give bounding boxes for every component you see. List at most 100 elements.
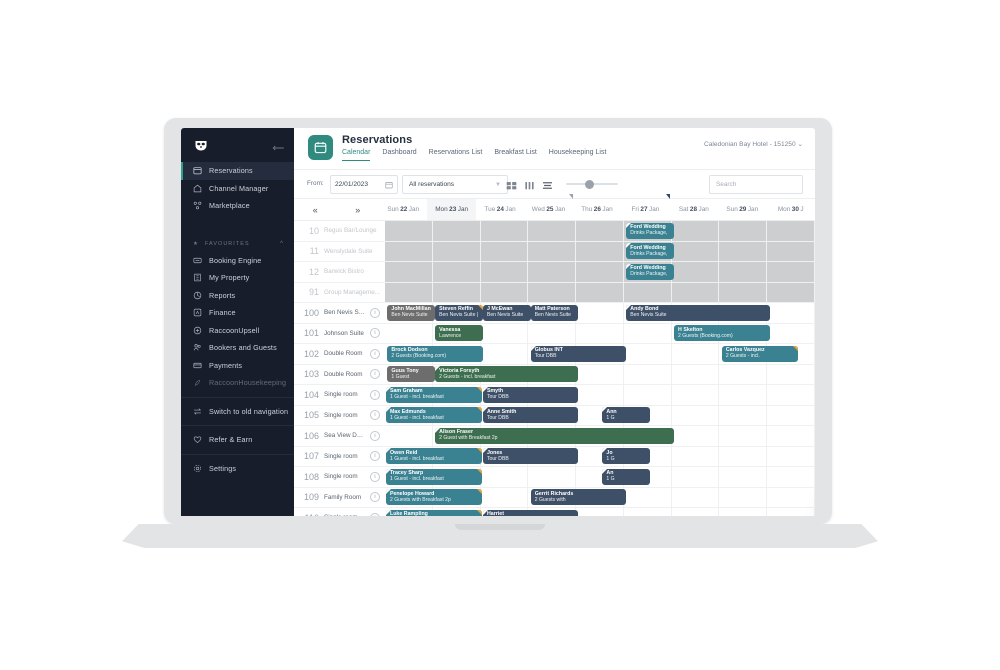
- calendar-cell[interactable]: [385, 323, 433, 343]
- room-label[interactable]: 100 Ben Nevis Suite i: [294, 303, 385, 323]
- date-input[interactable]: 22/01/2023: [330, 175, 398, 194]
- info-icon[interactable]: i: [370, 430, 380, 441]
- calendar-cell[interactable]: [624, 385, 672, 405]
- reservation-bar[interactable]: Alison Fraser 2 Guest with Breakfast 2p: [435, 427, 675, 444]
- calendar-cell[interactable]: [576, 364, 624, 384]
- tab-dashboard[interactable]: Dashboard: [382, 149, 416, 161]
- calendar-picker-icon[interactable]: [385, 176, 393, 194]
- calendar-cell[interactable]: [624, 508, 672, 516]
- room-label[interactable]: 107 Single room i: [294, 447, 385, 467]
- calendar-cell[interactable]: [672, 487, 720, 507]
- calendar-cell[interactable]: [433, 282, 481, 302]
- room-label[interactable]: 102 Double Room i: [294, 344, 385, 364]
- reservation-bar[interactable]: J McEwan Ben Nevis Suite: [482, 304, 531, 321]
- hotel-selector[interactable]: Caledonian Bay Hotel - 151250 ⌄: [704, 140, 803, 148]
- reservation-bar[interactable]: Carlos Vazquez 2 Guests - incl.: [721, 345, 799, 362]
- calendar-cell[interactable]: [719, 364, 768, 384]
- calendar-cell[interactable]: [481, 282, 529, 302]
- info-icon[interactable]: i: [370, 348, 380, 359]
- day-column-28[interactable]: Sat 28 Jan: [670, 199, 718, 220]
- calendar-cell[interactable]: [624, 344, 672, 364]
- sidebar-item-channel-manager[interactable]: Channel Manager: [181, 180, 294, 198]
- calendar-cell[interactable]: [767, 262, 815, 282]
- calendar-cell[interactable]: [672, 344, 720, 364]
- calendar-cell[interactable]: [385, 282, 433, 302]
- reservation-bar[interactable]: Steven Reffin Ben Nevis Suite |: [435, 304, 483, 321]
- calendar-cell[interactable]: [576, 323, 624, 343]
- list-view-icon[interactable]: [542, 178, 553, 189]
- calendar-cell[interactable]: [767, 282, 815, 302]
- reservation-bar[interactable]: H Skelton 2 Guests (Booking.com): [674, 325, 770, 341]
- calendar-cell[interactable]: [481, 221, 529, 241]
- calendar-cell[interactable]: [433, 241, 481, 261]
- tab-calendar[interactable]: Calendar: [342, 149, 371, 161]
- sidebar-item-reports[interactable]: Reports: [181, 287, 294, 305]
- info-icon[interactable]: i: [370, 492, 380, 503]
- calendar-cell[interactable]: [528, 262, 577, 282]
- calendar-cell[interactable]: [719, 282, 768, 302]
- reservation-bar[interactable]: Globus INT Tour DBB: [530, 345, 627, 362]
- calendar-cell[interactable]: [767, 508, 815, 516]
- calendar-cell[interactable]: [481, 262, 529, 282]
- grid-view-icon[interactable]: [506, 178, 517, 190]
- sidebar-item-raccoon-upsell[interactable]: RaccoonUpsell: [181, 322, 294, 340]
- day-column-27[interactable]: Fri 27 Jan: [621, 194, 670, 220]
- reservation-bar[interactable]: Guus Tony 1 Guest: [387, 366, 436, 382]
- calendar-cell[interactable]: [767, 303, 815, 323]
- reservation-bar[interactable]: Ford Wedding Drinks Package,: [626, 222, 675, 239]
- room-label[interactable]: 103 Double Room i: [294, 365, 385, 385]
- calendar-cell[interactable]: [385, 241, 433, 261]
- calendar-cell[interactable]: [719, 508, 768, 516]
- calendar-cell[interactable]: [719, 487, 768, 507]
- calendar-cell[interactable]: [576, 303, 624, 323]
- sidebar-item-finance[interactable]: Finance: [181, 304, 294, 322]
- reservation-bar[interactable]: Ford Wedding Drinks Package,: [626, 263, 675, 280]
- calendar-cell[interactable]: [624, 282, 672, 302]
- day-column-23[interactable]: Mon 23 Jan: [427, 199, 476, 220]
- calendar-cell[interactable]: [719, 262, 768, 282]
- calendar-cell[interactable]: [719, 426, 768, 446]
- reservation-bar[interactable]: Ford Wedding Drinks Package,: [626, 243, 675, 259]
- calendar-cell[interactable]: [433, 262, 481, 282]
- calendar-cell[interactable]: [672, 241, 720, 261]
- day-column-25[interactable]: Wed 25 Jan: [524, 194, 573, 220]
- calendar-cell[interactable]: [385, 426, 433, 446]
- chevron-up-icon[interactable]: ^: [280, 241, 284, 247]
- calendar-cell[interactable]: [481, 487, 529, 507]
- reservation-bar[interactable]: HarrietTour DBB: [482, 509, 579, 516]
- reservation-bar[interactable]: Anne Smith Tour DBB: [482, 407, 579, 423]
- info-icon[interactable]: i: [370, 410, 380, 421]
- calendar-cell[interactable]: [576, 385, 624, 405]
- collapse-icon[interactable]: [272, 145, 285, 151]
- sidebar-item-my-property[interactable]: My Property: [181, 269, 294, 287]
- calendar-cell[interactable]: [767, 405, 815, 425]
- calendar-cell[interactable]: [767, 467, 815, 487]
- calendar-cell[interactable]: [481, 323, 529, 343]
- calendar-cell[interactable]: [481, 241, 529, 261]
- calendar-cell[interactable]: [576, 508, 624, 516]
- room-label[interactable]: 110 Single room i: [294, 508, 385, 516]
- calendar-cell[interactable]: [672, 262, 720, 282]
- sidebar-section-favourites[interactable]: ★ FAVOURITES ^: [181, 237, 294, 252]
- sidebar-item-booking-engine[interactable]: Booking Engine: [181, 252, 294, 270]
- sidebar-item-payments[interactable]: Payments: [181, 357, 294, 375]
- search-input[interactable]: Search: [709, 175, 803, 194]
- day-column-29[interactable]: Sun 29 Jan: [718, 199, 766, 220]
- reservation-filter-select[interactable]: All reservations ▼: [402, 175, 508, 194]
- reservation-bar[interactable]: Luke Rampling1 Guest - incl. breakfast: [385, 509, 482, 516]
- calendar-cell[interactable]: [672, 221, 720, 241]
- calendar-cell[interactable]: [767, 487, 815, 507]
- calendar-cell[interactable]: [719, 221, 768, 241]
- calendar-cell[interactable]: [767, 426, 815, 446]
- sidebar-item-settings[interactable]: Settings: [181, 460, 294, 478]
- reservation-bar[interactable]: Jo 1 G: [602, 448, 651, 464]
- room-label[interactable]: 104 Single room i: [294, 385, 385, 405]
- calendar-cell[interactable]: [719, 385, 768, 405]
- room-label[interactable]: 106 Sea View Double i: [294, 426, 385, 446]
- reservation-bar[interactable]: Penelope Howard 2 Guests with Breakfast 2…: [385, 489, 482, 505]
- day-column-22[interactable]: Sun 22 Jan: [379, 199, 427, 220]
- day-column-30[interactable]: Mon 30 J: [767, 199, 815, 220]
- reservation-bar[interactable]: Jones Tour DBB: [482, 448, 579, 464]
- calendar-cell[interactable]: [433, 221, 481, 241]
- calendar-cell[interactable]: [528, 282, 577, 302]
